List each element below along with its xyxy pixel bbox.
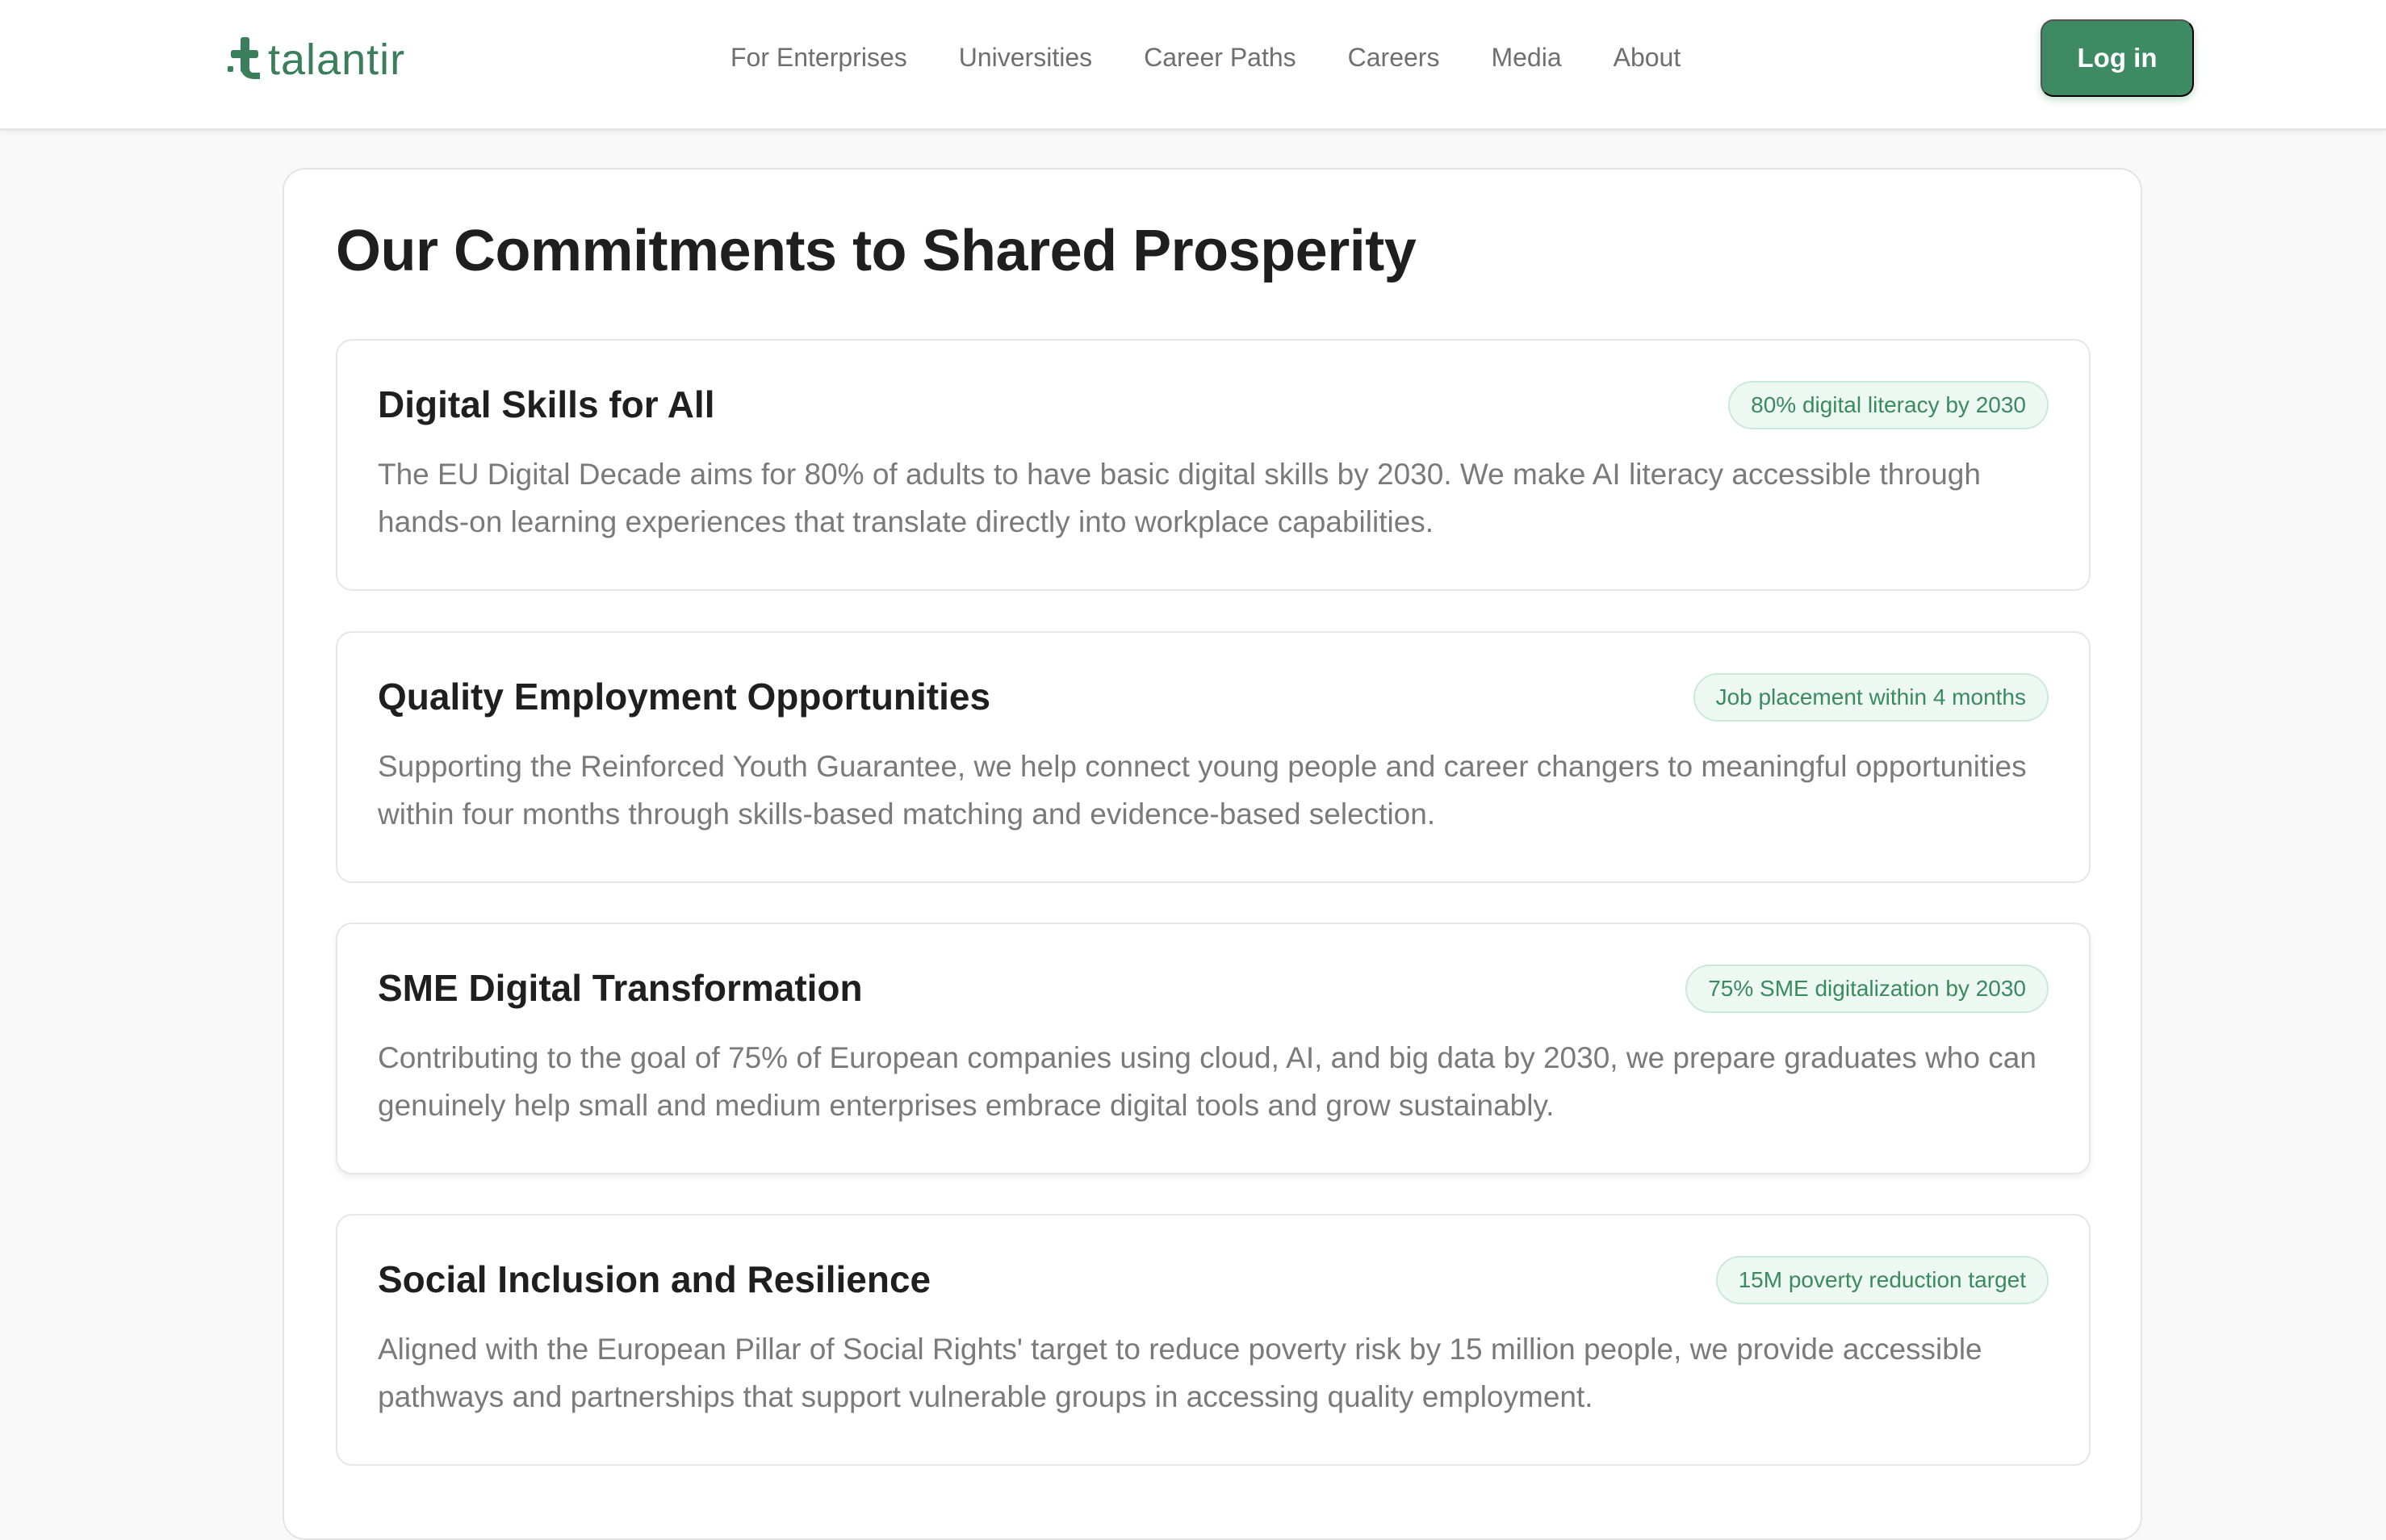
site-header: talantir For Enterprises Universities Ca… xyxy=(0,0,2386,131)
nav-for-enterprises[interactable]: For Enterprises xyxy=(730,39,907,76)
nav-about[interactable]: About xyxy=(1614,39,1681,76)
card-badge: 15M poverty reduction target xyxy=(1715,1256,2049,1304)
card-description: The EU Digital Decade aims for 80% of ad… xyxy=(378,458,1981,538)
card-badge: 80% digital literacy by 2030 xyxy=(1728,381,2049,429)
commitments-panel: Our Commitments to Shared Prosperity Dig… xyxy=(283,168,2142,1540)
card-badge: 75% SME digitalization by 2030 xyxy=(1685,965,2049,1013)
card-title: Social Inclusion and Resilience xyxy=(378,1258,931,1300)
card-description: Contributing to the goal of 75% of Europ… xyxy=(378,1041,2036,1122)
commitment-card-digital-skills: Digital Skills for All 80% digital liter… xyxy=(336,339,2091,591)
page-title: Our Commitments to Shared Prosperity xyxy=(336,219,1417,283)
card-description: Aligned with the European Pillar of Soci… xyxy=(378,1333,1982,1413)
commitment-card-quality-employment: Quality Employment Opportunities Job pla… xyxy=(336,631,2091,883)
commitment-card-sme-transformation: SME Digital Transformation 75% SME digit… xyxy=(336,923,2091,1174)
brand-name: talantir xyxy=(268,36,406,84)
card-title: Digital Skills for All xyxy=(378,383,715,425)
main-nav: For Enterprises Universities Career Path… xyxy=(730,39,1681,76)
nav-careers[interactable]: Careers xyxy=(1348,39,1440,76)
nav-universities[interactable]: Universities xyxy=(959,39,1092,76)
login-button[interactable]: Log in xyxy=(2041,19,2194,97)
card-title: SME Digital Transformation xyxy=(378,967,863,1009)
talantir-logo-icon xyxy=(228,37,260,79)
nav-career-paths[interactable]: Career Paths xyxy=(1144,39,1296,76)
card-title: Quality Employment Opportunities xyxy=(378,676,991,718)
brand-logo[interactable]: talantir xyxy=(228,31,405,89)
card-badge: Job placement within 4 months xyxy=(1693,673,2049,722)
card-description: Supporting the Reinforced Youth Guarante… xyxy=(378,750,2027,831)
commitment-card-social-inclusion: Social Inclusion and Resilience 15M pove… xyxy=(336,1214,2091,1466)
nav-media[interactable]: Media xyxy=(1491,39,1561,76)
